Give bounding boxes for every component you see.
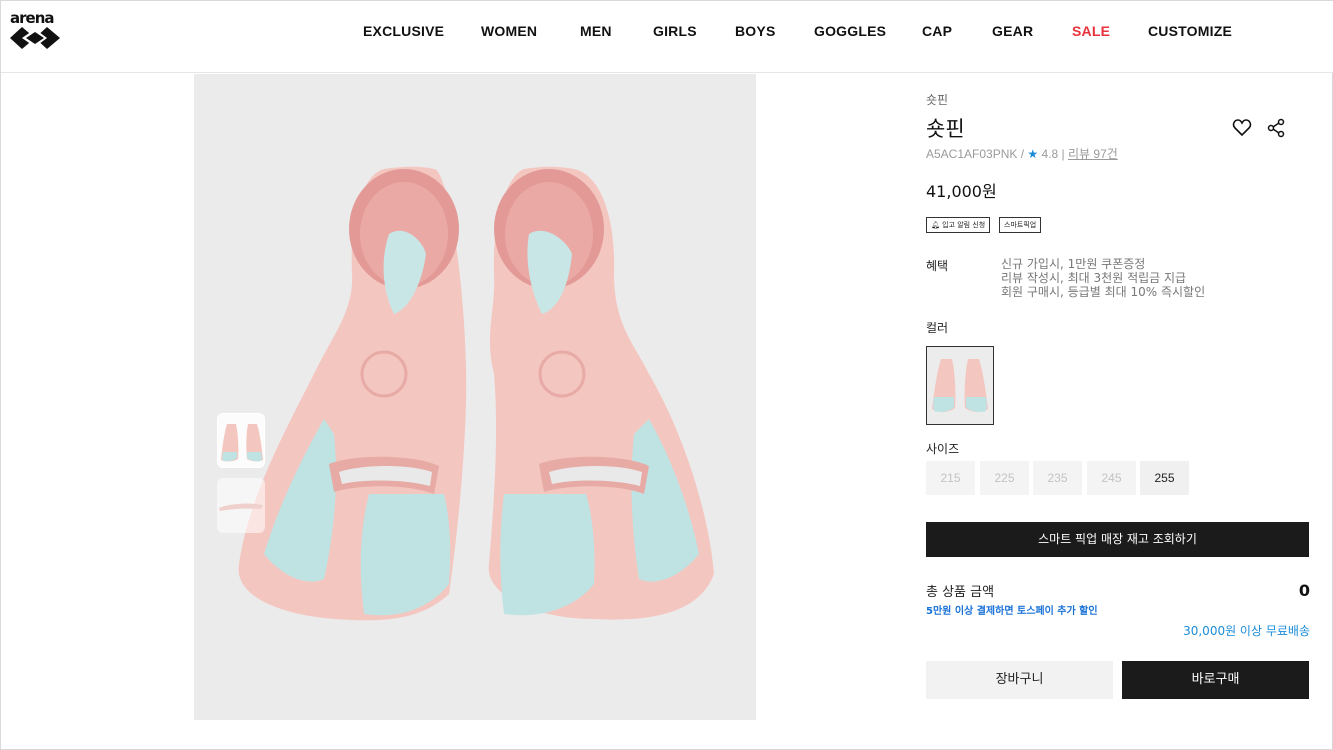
total-price-label: 총 상품 금액	[926, 585, 995, 600]
thumbnail-image	[221, 424, 263, 462]
total-price-value: 0	[1298, 581, 1310, 600]
product-info-panel: 숏핀 숏핀 A5AC1AF03PNK / ★ 4.8 | 리뷰 97건 41,0…	[926, 1, 1310, 750]
nav-item-goggles[interactable]: GOGGLES	[814, 23, 886, 39]
thumbnail-fins-top[interactable]	[217, 413, 265, 468]
smart-pickup-chip[interactable]: 스마트픽업	[999, 217, 1042, 233]
star-icon: ★	[1027, 147, 1039, 161]
product-price: 41,000원	[926, 182, 997, 201]
benefit-item: 신규 가입시, 1만원 쿠폰증정	[1001, 257, 1146, 271]
nav-item-men[interactable]: MEN	[580, 23, 612, 39]
benefit-item: 리뷰 작성시, 최대 3천원 적립금 지급	[1001, 271, 1187, 285]
wishlist-button[interactable]	[1232, 118, 1252, 138]
product-main-image[interactable]	[194, 74, 756, 720]
size-option-255[interactable]: 255	[1140, 461, 1189, 495]
product-code: A5AC1AF03PNK	[926, 147, 1018, 161]
product-category[interactable]: 숏핀	[926, 91, 948, 108]
share-button[interactable]	[1266, 118, 1286, 138]
size-option-215[interactable]: 215	[926, 461, 975, 495]
thumbnail-image	[219, 503, 263, 511]
size-label: 사이즈	[926, 442, 960, 456]
nav-item-boys[interactable]: BOYS	[735, 23, 775, 39]
thumbnail-fins-side[interactable]	[217, 478, 265, 533]
free-shipping-note: 30,000원 이상 무료배송	[1183, 624, 1310, 638]
color-swatch-pink[interactable]	[926, 346, 994, 425]
size-option-245[interactable]: 245	[1087, 461, 1136, 495]
logo-text: arena	[10, 9, 54, 27]
restock-alert-label: 입고 알림 신청	[942, 221, 986, 229]
size-option-225[interactable]: 225	[980, 461, 1029, 495]
diamond-logo-icon	[10, 27, 60, 49]
restock-alert-chip[interactable]: 🔔︎ 입고 알림 신청	[926, 217, 991, 233]
color-label: 컬러	[926, 321, 949, 335]
smart-pickup-stock-button[interactable]: 스마트 픽업 매장 재고 조회하기	[926, 522, 1309, 557]
product-title: 숏핀	[926, 117, 965, 141]
nav-item-exclusive[interactable]: EXCLUSIVE	[363, 23, 444, 39]
review-count-link[interactable]: 리뷰 97건	[1068, 147, 1118, 161]
buy-now-button[interactable]: 바로구매	[1122, 661, 1309, 699]
rating-value: 4.8	[1041, 147, 1059, 161]
bell-icon: 🔔︎	[931, 221, 940, 229]
nav-item-women[interactable]: WOMEN	[481, 23, 537, 39]
swatch-image	[932, 359, 988, 412]
arena-logo[interactable]: arena	[10, 9, 62, 51]
benefit-list: 신규 가입시, 1만원 쿠폰증정 리뷰 작성시, 최대 3천원 적립금 지급 회…	[1001, 257, 1205, 299]
benefit-item: 회원 구매시, 등급별 최대 10% 즉시할인	[1001, 285, 1206, 299]
nav-item-girls[interactable]: GIRLS	[653, 23, 697, 39]
toss-pay-promo: 5만원 이상 결제하면 토스페이 추가 할인	[926, 606, 1098, 617]
benefit-label: 혜택	[926, 259, 949, 273]
add-to-cart-button[interactable]: 장바구니	[926, 661, 1113, 699]
size-option-235[interactable]: 235	[1033, 461, 1082, 495]
heart-icon	[1232, 119, 1252, 137]
product-meta: A5AC1AF03PNK / ★ 4.8 | 리뷰 97건	[926, 145, 1118, 162]
share-icon	[1267, 118, 1285, 138]
swim-fins-image	[238, 166, 714, 621]
